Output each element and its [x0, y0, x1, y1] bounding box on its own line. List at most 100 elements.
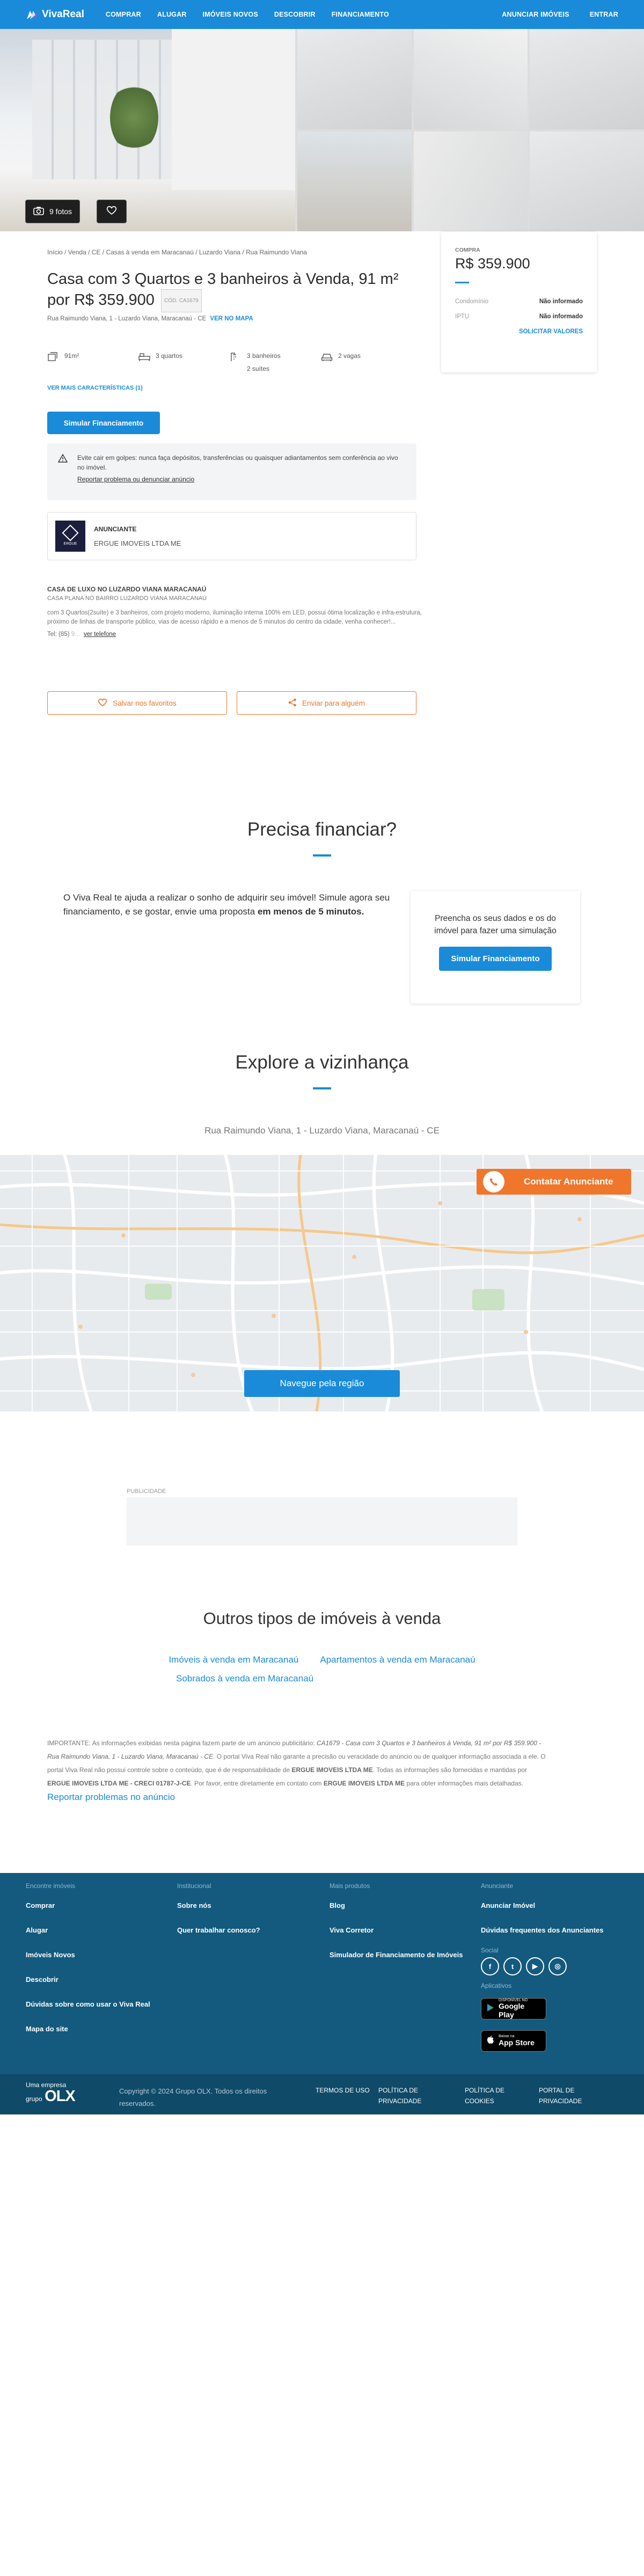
photo-thumb[interactable] [413, 131, 528, 231]
ad-slot[interactable] [127, 1497, 517, 1546]
breadcrumb-item[interactable]: Venda [68, 248, 86, 256]
photo-thumb[interactable] [297, 29, 412, 129]
footer-bottom-bar: Uma empresa grupo OLX Copyright © 2024 G… [0, 2074, 644, 2114]
twitter-icon[interactable]: t [503, 1957, 522, 1975]
footer-link[interactable]: Dúvidas frequentes dos Anunciantes [481, 1926, 604, 1934]
site-footer: Encontre imóveis Comprar Alugar Imóveis … [0, 1873, 644, 2074]
condo-fee-value: Não informado [539, 298, 583, 305]
price-value: R$ 359.900 [455, 255, 530, 272]
copyright-text: Copyright © 2024 Grupo OLX. Todos os dir… [119, 2087, 267, 2107]
footer-link[interactable]: Descobrir [26, 1975, 150, 1984]
feature-parking-label: 2 vagas [338, 352, 361, 360]
footer-link[interactable]: Dúvidas sobre como usar o Viva Real [26, 2000, 150, 2008]
nav-entrar[interactable]: ENTRAR [590, 11, 618, 18]
app-store-badge[interactable]: Baixar na App Store [481, 2030, 546, 2052]
other-type-link[interactable]: Imóveis à venda em Maracanaú [169, 1655, 298, 1665]
financing-card-button[interactable]: Simular Financiamento [439, 947, 552, 971]
brand-group-text: grupo [26, 2095, 42, 2103]
breadcrumb-item[interactable]: CE [92, 248, 101, 256]
contact-advertiser-button[interactable]: Contatar Anunciante [477, 1169, 631, 1195]
vivareal-logo[interactable]: VivaReal [26, 9, 84, 20]
grupo-olx-logo[interactable]: Uma empresa grupo OLX [26, 2081, 76, 2104]
footer-link[interactable]: Simulador de Financiamento de Imóveis [330, 1951, 463, 1959]
listing-title-text: Casa com 3 Quartos e 3 banheiros à Venda… [47, 270, 399, 309]
advertiser-name[interactable]: ERGUE IMOVEIS LTDA ME [94, 539, 181, 547]
photo-thumb[interactable] [413, 29, 528, 129]
neighborhood-title: Explore a vizinhança [235, 1052, 409, 1073]
share-label: Enviar para alguém [302, 699, 365, 707]
financing-text-bold: em menos de 5 minutos. [257, 906, 364, 917]
camera-icon [33, 207, 44, 217]
financing-card: Preencha os seus dados e os do imóvel pa… [411, 891, 580, 1004]
breadcrumb-item[interactable]: Luzardo Viana [199, 248, 240, 256]
youtube-icon[interactable]: ▶ [526, 1957, 544, 1975]
google-play-icon [487, 2003, 494, 2015]
photo-thumb[interactable] [297, 131, 412, 231]
photo-tree [110, 83, 158, 152]
nav-comprar[interactable]: COMPRAR [106, 11, 141, 18]
legal-link-cookies[interactable]: POLÍTICA DE COOKIES [465, 2085, 518, 2106]
bath-icon [230, 352, 240, 362]
see-phone-link[interactable]: ver telefone [84, 631, 116, 638]
instagram-icon[interactable]: ◎ [548, 1957, 567, 1975]
advertiser-card[interactable]: ERGUE ANUNCIANTE ERGUE IMOVEIS LTDA ME [47, 512, 416, 560]
footer-link[interactable]: Sobre nós [177, 1901, 260, 1909]
navigate-region-button[interactable]: Navegue pela região [244, 1370, 400, 1397]
legal-link-terms[interactable]: TERMOS DE USO [316, 2085, 375, 2096]
simulate-financing-button[interactable]: Simular Financiamento [47, 412, 160, 434]
nav-descobrir[interactable]: DESCOBRIR [274, 11, 316, 18]
other-types-title: Outros tipos de imóveis à venda [203, 1609, 441, 1628]
see-on-map-link[interactable]: VER NO MAPA [210, 316, 253, 322]
feature-area-label: 91m² [64, 352, 79, 360]
more-features-link[interactable]: VER MAIS CARACTERÍSTICAS (1) [47, 385, 143, 391]
advertiser-logo: ERGUE [55, 521, 85, 552]
view-photos-button[interactable]: 9 fotos [25, 200, 80, 223]
photo-thumb[interactable] [530, 131, 644, 231]
footer-heading: Mais produtos [330, 1882, 370, 1890]
footer-link[interactable]: Imóveis Novos [26, 1951, 150, 1959]
footer-link[interactable]: Comprar [26, 1901, 150, 1909]
footer-col-find: Encontre imóveis Comprar Alugar Imóveis … [26, 1882, 150, 2050]
footer-link[interactable]: Anunciar Imóvel [481, 1901, 604, 1909]
main-nav: COMPRAR ALUGAR IMÓVEIS NOVOS DESCOBRIR F… [106, 11, 389, 18]
address-text: Rua Raimundo Viana, 1 - Luzardo Viana, M… [47, 316, 207, 322]
phone-label: Tel: (85) [47, 631, 70, 638]
price-card: COMPRA R$ 359.900 Condomínio Não informa… [441, 232, 597, 372]
heart-icon [98, 698, 107, 708]
footer-link[interactable]: Viva Corretor [330, 1926, 463, 1934]
nav-imoveis-novos[interactable]: IMÓVEIS NOVOS [203, 11, 258, 18]
breadcrumb-item[interactable]: Casas à venda em Maracanaú [106, 248, 193, 256]
breadcrumb-item[interactable]: Rua Raimundo Viana [246, 248, 307, 256]
disclaimer-text: IMPORTANTE: As informações exibidas nest… [47, 1739, 317, 1747]
top-header: VivaReal COMPRAR ALUGAR IMÓVEIS NOVOS DE… [0, 0, 644, 29]
disclaimer-company-creci: ERGUE IMOVEIS LTDA ME - CRECI 01787-J-CE [47, 1780, 191, 1787]
feature-bathrooms: 3 banheiros 2 suítes [230, 352, 321, 372]
report-listing-link[interactable]: Reportar problemas no anúncio [47, 1792, 175, 1802]
google-play-badge[interactable]: DISPONÍVEL NO Google Play [481, 1998, 546, 2019]
listing-address: Rua Raimundo Viana, 1 - Luzardo Viana, M… [47, 316, 253, 322]
legal-link-privacy-portal[interactable]: PORTAL DE PRIVACIDADE [539, 2085, 592, 2106]
iptu-value: Não informado [539, 313, 583, 320]
favorite-button[interactable] [97, 200, 127, 223]
condo-fee-row: Condomínio Não informado [455, 298, 583, 305]
photo-thumb[interactable] [530, 29, 644, 129]
save-favorites-button[interactable]: Salvar nos favoritos [47, 691, 227, 715]
footer-link[interactable]: Quer trabalhar conosco? [177, 1926, 260, 1934]
other-type-link[interactable]: Apartamentos à venda em Maracanaú [320, 1655, 475, 1665]
other-type-link[interactable]: Sobrados à venda em Maracanaú [176, 1673, 313, 1684]
nav-anunciar[interactable]: ANUNCIAR IMÓVEIS [502, 11, 569, 18]
feature-parking: 2 vagas [321, 352, 412, 372]
request-values-link[interactable]: SOLICITAR VALORES [455, 328, 583, 335]
nav-alugar[interactable]: ALUGAR [157, 11, 187, 18]
footer-link[interactable]: Alugar [26, 1926, 150, 1934]
legal-link-privacy[interactable]: POLÍTICA DE PRIVACIDADE [378, 2085, 432, 2106]
nav-financiamento[interactable]: FINANCIAMENTO [332, 11, 389, 18]
footer-link[interactable]: Mapa do site [26, 2025, 150, 2033]
share-button[interactable]: Enviar para alguém [237, 691, 416, 715]
disclaimer-text: . Por favor, entre diretamente em contat… [191, 1780, 324, 1787]
scam-warning: Evite cair em golpes: nunca faça depósit… [47, 443, 416, 500]
report-problem-link[interactable]: Reportar problema ou denunciar anúncio [77, 474, 406, 484]
facebook-icon[interactable]: f [481, 1957, 499, 1975]
breadcrumb-item[interactable]: Início [47, 248, 63, 256]
footer-link[interactable]: Blog [330, 1901, 463, 1909]
